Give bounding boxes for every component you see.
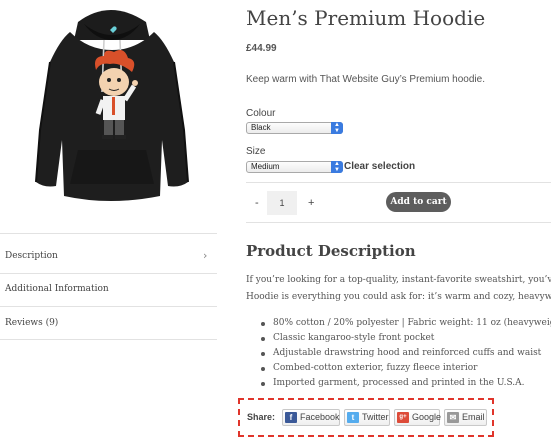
divider	[246, 182, 551, 183]
share-google-button[interactable]: g+ Google	[394, 409, 442, 426]
description-line: Hoodie is everything you could ask for: …	[246, 292, 551, 302]
tabs-divider	[0, 233, 217, 234]
email-icon: ✉	[447, 412, 459, 423]
tab-additional-information[interactable]: Additional Information	[5, 284, 109, 294]
product-image[interactable]	[0, 0, 220, 222]
colour-label: Colour	[246, 108, 276, 119]
feature-item: Imported garment, processed and printed …	[246, 376, 551, 391]
share-label: Share:	[247, 412, 276, 422]
divider	[246, 222, 551, 223]
facebook-icon: f	[285, 412, 297, 423]
size-select-value: Medium	[251, 162, 280, 171]
tab-reviews[interactable]: Reviews (9)	[5, 318, 58, 328]
feature-item: 80% cotton / 20% polyester | Fabric weig…	[246, 316, 551, 331]
description-paragraph: If you’re looking for a top-quality, ins…	[246, 272, 551, 306]
product-title: Men’s Premium Hoodie	[246, 6, 486, 30]
colour-select[interactable]: Black ▲ ▼	[246, 122, 343, 134]
quantity-input[interactable]: 1	[267, 191, 297, 215]
share-button-label: Google	[412, 412, 442, 422]
select-arrows-icon: ▲ ▼	[331, 161, 343, 173]
tabs-divider	[0, 339, 217, 340]
product-price: £44.99	[246, 43, 277, 54]
share-email-button[interactable]: ✉ Email	[444, 409, 487, 426]
add-to-cart-button[interactable]: Add to cart	[386, 192, 451, 212]
hoodie-image	[35, 10, 189, 201]
feature-list: 80% cotton / 20% polyester | Fabric weig…	[246, 316, 551, 391]
feature-item: Adjustable drawstring hood and reinforce…	[246, 346, 551, 361]
feature-item: Classic kangaroo-style front pocket	[246, 331, 551, 346]
feature-item: Combed-cotton exterior, fuzzy fleece int…	[246, 361, 551, 376]
description-heading: Product Description	[246, 242, 416, 260]
share-button-label: Facebook	[300, 412, 340, 422]
share-twitter-button[interactable]: t Twitter	[344, 409, 390, 426]
tabs-divider	[0, 273, 217, 274]
share-facebook-button[interactable]: f Facebook	[282, 409, 340, 426]
product-short-description: Keep warm with That Website Guy’s Premiu…	[246, 74, 485, 85]
description-line: If you’re looking for a top-quality, ins…	[246, 275, 551, 285]
clear-selection-link[interactable]: Clear selection	[344, 161, 415, 172]
twitter-icon: t	[347, 412, 359, 423]
quantity-increase-button[interactable]: +	[308, 197, 314, 209]
quantity-decrease-button[interactable]: -	[255, 197, 259, 209]
google-plus-icon: g+	[397, 412, 409, 423]
share-button-label: Twitter	[362, 412, 389, 422]
chevron-right-icon: ›	[203, 249, 208, 262]
size-label: Size	[246, 146, 266, 157]
select-arrows-icon: ▲ ▼	[331, 122, 343, 134]
size-select[interactable]: Medium ▲ ▼	[246, 161, 343, 173]
tab-description[interactable]: Description	[5, 251, 58, 261]
tabs-divider	[0, 306, 217, 307]
colour-select-value: Black	[251, 123, 271, 132]
share-button-label: Email	[462, 412, 485, 422]
